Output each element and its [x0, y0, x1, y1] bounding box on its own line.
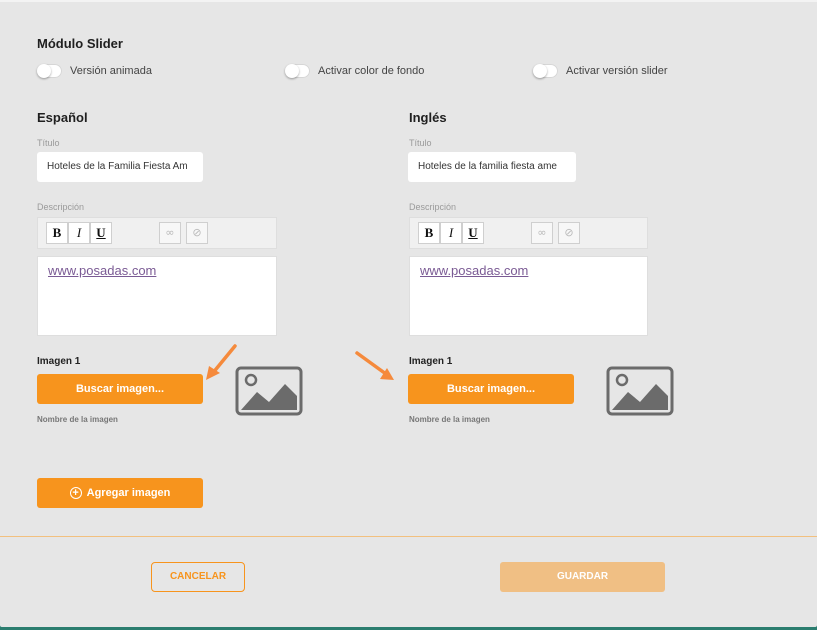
description-editor-spanish[interactable]: www.posadas.com	[37, 256, 277, 336]
save-button[interactable]: GUARDAR	[500, 562, 665, 592]
search-image-button-spanish[interactable]: Buscar imagen...	[37, 374, 203, 404]
column-heading-spanish: Español	[37, 110, 88, 125]
toggle-label: Activar versión slider	[566, 65, 668, 77]
description-link[interactable]: www.posadas.com	[420, 263, 528, 278]
image-label: Imagen 1	[37, 356, 81, 367]
annotation-arrow-icon	[206, 344, 237, 380]
panel-top-edge	[0, 0, 817, 2]
cancel-button[interactable]: CANCELAR	[151, 562, 245, 592]
link-icon[interactable]: ∞	[531, 222, 553, 244]
bold-button[interactable]: B	[46, 222, 68, 244]
image-name-label: Nombre de la imagen	[409, 415, 490, 424]
module-title: Módulo Slider	[37, 36, 123, 51]
search-image-button-english[interactable]: Buscar imagen...	[408, 374, 574, 404]
slider-module-panel: Módulo Slider Versión animada Activar co…	[0, 0, 817, 627]
add-image-label: Agregar imagen	[86, 487, 171, 499]
title-label: Título	[409, 138, 432, 148]
unlink-icon[interactable]: ⊘	[558, 222, 580, 244]
title-label: Título	[37, 138, 60, 148]
title-input-english[interactable]: Hoteles de la familia fiesta ame	[408, 152, 576, 182]
description-label: Descripción	[409, 202, 457, 212]
editor-toolbar-english: B I U ∞ ⊘	[409, 217, 648, 249]
image-name-label: Nombre de la imagen	[37, 415, 118, 424]
unlink-icon[interactable]: ⊘	[186, 222, 208, 244]
description-label: Descripción	[37, 202, 85, 212]
toggle-switch[interactable]	[37, 64, 62, 78]
footer-divider	[0, 536, 817, 537]
toggle-slider-version[interactable]: Activar versión slider	[533, 64, 667, 78]
toggle-switch[interactable]	[533, 64, 558, 78]
description-link[interactable]: www.posadas.com	[48, 263, 156, 278]
toggle-label: Versión animada	[70, 65, 152, 77]
description-editor-english[interactable]: www.posadas.com	[409, 256, 648, 336]
title-input-spanish[interactable]: Hoteles de la Familia Fiesta Am	[37, 152, 203, 182]
toggle-switch[interactable]	[285, 64, 310, 78]
plus-circle-icon: +	[69, 487, 82, 500]
toggle-label: Activar color de fondo	[318, 65, 425, 77]
italic-button[interactable]: I	[440, 222, 462, 244]
image-placeholder-icon	[606, 366, 674, 416]
annotation-arrow-icon	[355, 351, 394, 380]
editor-toolbar-spanish: B I U ∞ ⊘	[37, 217, 277, 249]
bold-button[interactable]: B	[418, 222, 440, 244]
image-label: Imagen 1	[409, 356, 453, 367]
column-heading-english: Inglés	[409, 110, 447, 125]
add-image-button[interactable]: + Agregar imagen	[37, 478, 203, 508]
toggle-animated-version[interactable]: Versión animada	[37, 64, 152, 78]
link-icon[interactable]: ∞	[159, 222, 181, 244]
underline-button[interactable]: U	[90, 222, 112, 244]
toggle-background-color[interactable]: Activar color de fondo	[285, 64, 424, 78]
italic-button[interactable]: I	[68, 222, 90, 244]
image-placeholder-icon	[235, 366, 303, 416]
underline-button[interactable]: U	[462, 222, 484, 244]
